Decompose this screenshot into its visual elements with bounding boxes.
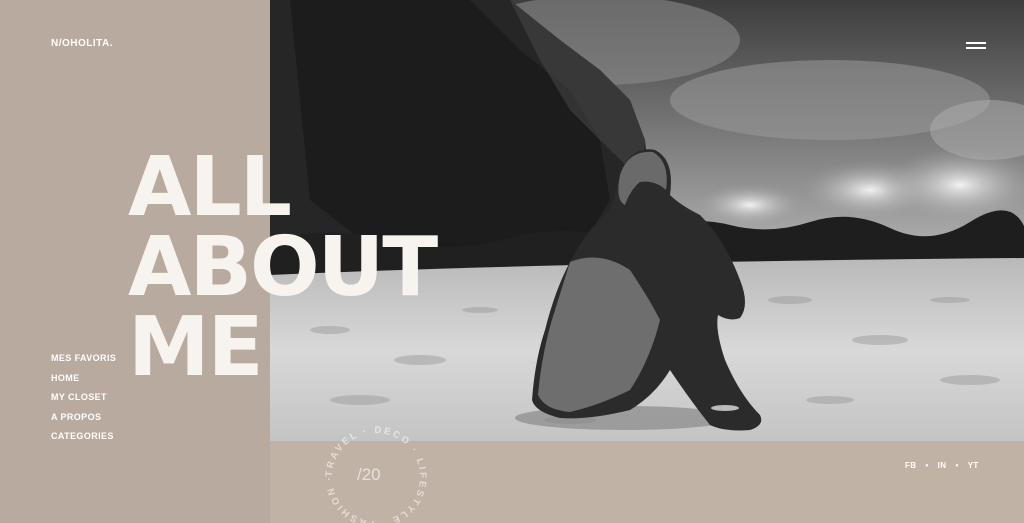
nav-item-home[interactable]: HOME [51,371,116,391]
headline-line-3: ME [128,300,264,395]
headline-line-2: ABOUT [128,220,438,315]
badge-number: /20 [357,465,381,484]
nav-item-categories[interactable]: CATEGORIES [51,429,116,449]
nav-item-a-propos[interactable]: A PROPOS [51,410,116,430]
social-separator: • [925,461,929,470]
page: N/OHOLITA. ALL ABOUT ME MES FAVORIS HOME… [0,0,1024,523]
hamburger-line-bottom [966,47,986,49]
headline-line-1: ALL [128,140,292,235]
social-separator: • [955,461,959,470]
social-yt-link[interactable]: YT [968,461,979,470]
nav-item-mes-favoris[interactable]: MES FAVORIS [51,351,116,371]
social-fb-link[interactable]: FB [905,461,916,470]
hero-headline: ALL ABOUT ME [128,140,438,395]
main-nav: MES FAVORIS HOME MY CLOSET A PROPOS CATE… [51,351,116,449]
social-in-link[interactable]: IN [938,461,947,470]
hamburger-icon[interactable] [966,40,988,50]
social-links: FB • IN • YT [905,461,979,470]
brand-logo[interactable]: N/OHOLITA. [51,38,113,49]
nav-item-my-closet[interactable]: MY CLOSET [51,390,116,410]
hamburger-line-top [966,42,986,44]
